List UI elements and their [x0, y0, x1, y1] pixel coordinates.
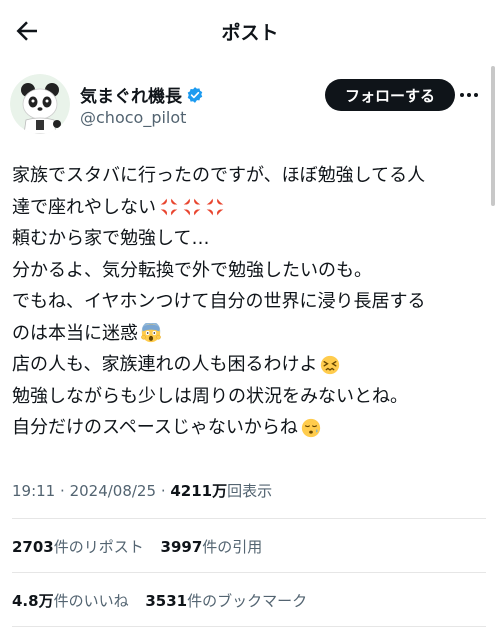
- likes-stat[interactable]: 4.8万件のいいね: [12, 590, 129, 611]
- tweet-line: 達で座れやしない: [12, 192, 492, 224]
- tweet-date[interactable]: 2024/08/25: [70, 482, 156, 500]
- avatar[interactable]: [10, 74, 70, 134]
- divider: [12, 572, 486, 573]
- tweet-author: 気まぐれ機長 @choco_pilot フォローする: [0, 70, 500, 140]
- tweet-line: 自分だけのスペースじゃないからね: [12, 412, 492, 444]
- tweet-line: 家族でスタバに行ったのですが、ほぼ勉強してる人: [12, 165, 426, 186]
- tweet-line: 分かるよ、気分転換で外で勉強したいのも。: [12, 259, 372, 281]
- meta-separator: ·: [60, 482, 70, 500]
- author-name[interactable]: 気まぐれ機長: [80, 82, 182, 107]
- divider: [12, 518, 486, 519]
- confounded-emoji-icon: [321, 355, 340, 374]
- bookmarks-stat[interactable]: 3531件のブックマーク: [145, 590, 307, 611]
- panda-avatar-icon: [10, 74, 70, 134]
- tweet-line: でもね、イヤホンつけて自分の世界に浸り長居する: [12, 291, 426, 312]
- anger-emoji-icon: [160, 198, 178, 216]
- tweet-line: のは本当に迷惑: [12, 318, 492, 350]
- tweet-line: 店の人も、家族連れの人も困るわけよ: [12, 349, 492, 381]
- top-bar: ポスト: [0, 0, 500, 62]
- author-handle[interactable]: @choco_pilot: [80, 108, 186, 127]
- tweet-meta: 19:11 · 2024/08/25 · 4211万回表示: [12, 480, 272, 501]
- author-name-row: 気まぐれ機長: [80, 82, 204, 107]
- tweet-line: 頼むから家で勉強して…: [12, 228, 210, 249]
- engagement-row: 4.8万件のいいね 3531件のブックマーク: [12, 590, 319, 611]
- divider: [12, 626, 486, 627]
- follow-button[interactable]: フォローする: [325, 79, 455, 111]
- more-options-icon[interactable]: [456, 79, 482, 111]
- tweet-line: 勉強しながらも少しは周りの状況をみないとね。: [12, 385, 408, 407]
- sad-face-emoji-icon: [301, 418, 321, 437]
- scream-emoji-icon: [141, 323, 161, 343]
- verified-badge-icon: [187, 86, 203, 103]
- views-label: 回表示: [227, 482, 273, 500]
- meta-separator: ·: [160, 482, 171, 500]
- tweet-time[interactable]: 19:11: [12, 482, 55, 500]
- page-title: ポスト: [221, 22, 279, 44]
- quotes-stat[interactable]: 3997件の引用: [161, 536, 263, 557]
- anger-emoji-icon: [183, 198, 201, 216]
- tweet-body: 家族でスタバに行ったのですが、ほぼ勉強してる人 達で座れやしない 頼むから家で勉…: [12, 160, 492, 444]
- engagement-row: 2703件のリポスト 3997件の引用: [12, 536, 274, 557]
- anger-emoji-icon: [206, 198, 224, 216]
- views-count: 4211万: [170, 482, 228, 500]
- reposts-stat[interactable]: 2703件のリポスト: [12, 536, 144, 557]
